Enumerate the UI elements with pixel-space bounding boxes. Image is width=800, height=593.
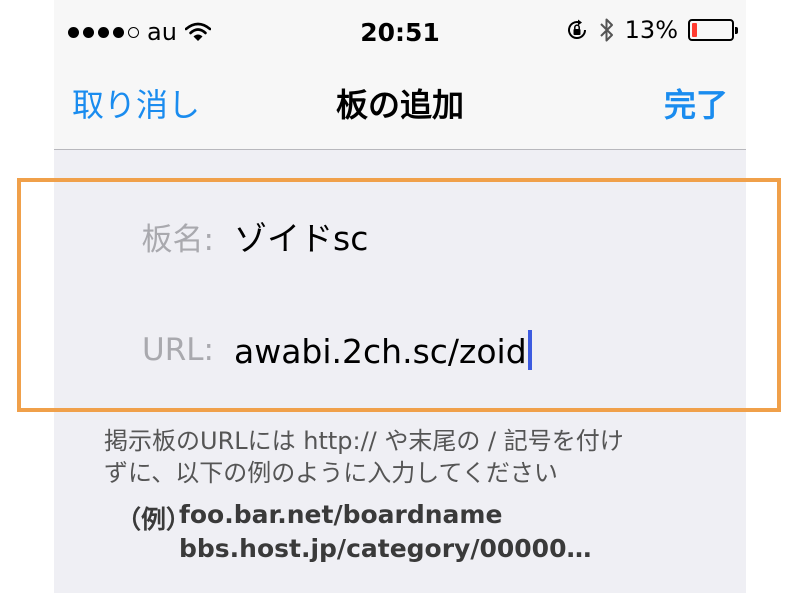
- example-url: bbs.host.jp/category/00000…: [179, 534, 592, 563]
- status-right: 13%: [565, 16, 738, 44]
- text-cursor: [527, 330, 532, 370]
- board-name-input[interactable]: ゾイドsc: [234, 212, 368, 260]
- battery-icon: [688, 19, 738, 41]
- board-name-row[interactable]: 板名: ゾイドsc: [54, 182, 746, 292]
- phone-screen: au 20:51 13% 取り消し 板の追加 完了 板名: ゾイドsc URL:…: [54, 0, 746, 593]
- example-url: foo.bar.net/boardname: [179, 500, 503, 529]
- board-name-label: 板名:: [141, 222, 214, 258]
- battery-level-fill: [692, 23, 697, 37]
- done-button[interactable]: 完了: [664, 80, 728, 126]
- navigation-bar: 取り消し 板の追加 完了: [54, 64, 746, 150]
- cancel-button[interactable]: 取り消し: [72, 80, 200, 126]
- url-input-text: awabi.2ch.sc/zoid: [234, 332, 527, 371]
- battery-percent: 13%: [624, 16, 678, 44]
- status-bar: au 20:51 13%: [54, 0, 746, 64]
- instruction-line: 掲示板のURLには http:// や末尾の / 記号を付け: [104, 427, 624, 455]
- url-label: URL:: [142, 332, 214, 368]
- url-input[interactable]: awabi.2ch.sc/zoid: [234, 330, 532, 371]
- instruction-text: 掲示板のURLには http:// や末尾の / 記号を付け ずに、以下の例のよ…: [104, 425, 724, 489]
- rotation-lock-icon: [565, 18, 589, 42]
- instruction-line: ずに、以下の例のように入力してください: [104, 459, 558, 487]
- bluetooth-icon: [599, 17, 615, 43]
- url-row[interactable]: URL: awabi.2ch.sc/zoid: [54, 300, 746, 410]
